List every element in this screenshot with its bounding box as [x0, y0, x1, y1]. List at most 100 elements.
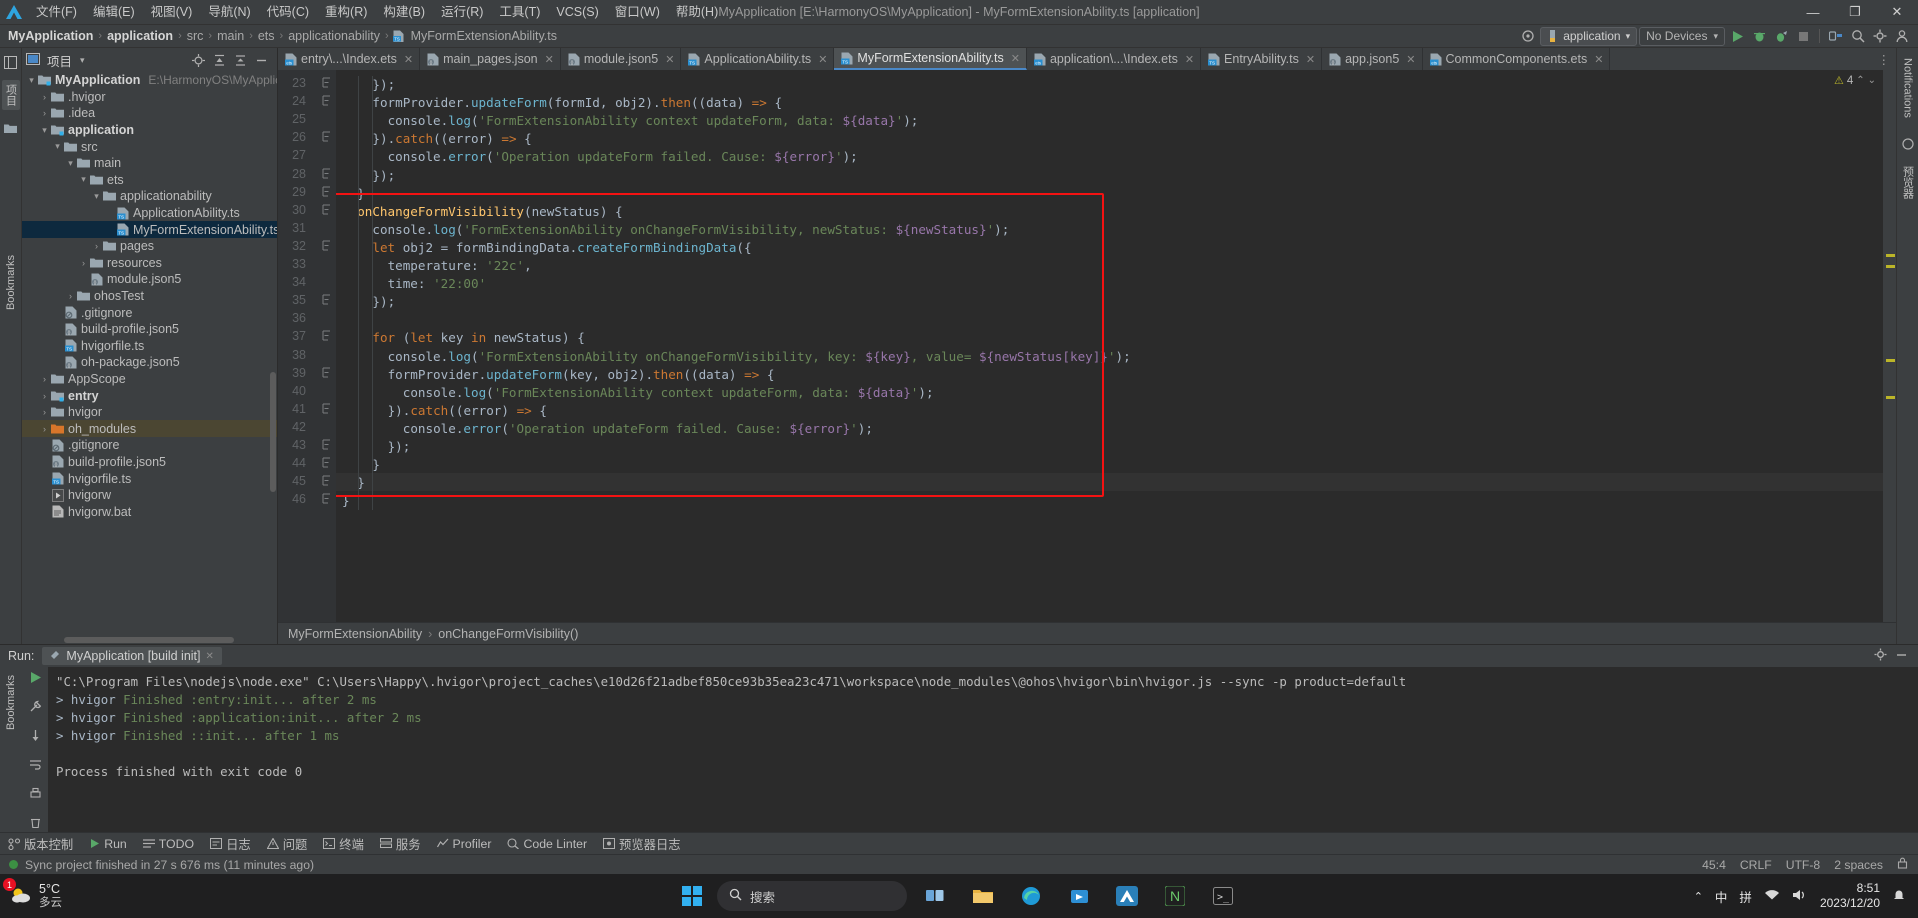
breadcrumb-method[interactable]: onChangeFormVisibility(): [438, 627, 578, 641]
tree-node--gitignore[interactable]: .gitignore: [22, 304, 277, 321]
editor-tab-module-json5[interactable]: {} module.json5 ✕: [561, 48, 682, 70]
fold-marker-icon[interactable]: [322, 294, 331, 308]
menu-edit[interactable]: 编辑(E): [85, 0, 143, 25]
editor-markers-gutter[interactable]: [1883, 70, 1896, 622]
wrench-icon[interactable]: [29, 700, 42, 716]
tree-node-hvigorw-bat[interactable]: hvigorw.bat: [22, 503, 277, 520]
terminal-icon[interactable]: >_: [1203, 878, 1243, 914]
chevron-up-icon[interactable]: ⌃: [1694, 890, 1703, 903]
close-tab-icon[interactable]: ✕: [1185, 53, 1194, 66]
code-line[interactable]: console.log('FormExtensionAbility contex…: [342, 384, 934, 402]
code-line[interactable]: console.error('Operation updateForm fail…: [342, 420, 873, 438]
tree-node-resources[interactable]: › resources: [22, 255, 277, 272]
collapse-all-icon[interactable]: [231, 51, 249, 69]
scroll-to-end-icon[interactable]: [29, 729, 42, 745]
tree-node-src[interactable]: ▾ src: [22, 138, 277, 155]
gear-icon[interactable]: [1874, 648, 1887, 664]
close-tab-icon[interactable]: ✕: [404, 53, 413, 66]
tree-node-hvigor[interactable]: › hvigor: [22, 404, 277, 421]
tool-window-run[interactable]: Run: [89, 837, 127, 851]
tree-node-oh-package-json5[interactable]: {} oh-package.json5: [22, 354, 277, 371]
lock-icon[interactable]: [1897, 857, 1908, 872]
fold-marker-icon[interactable]: [322, 95, 331, 109]
chevron-down-icon[interactable]: ▾: [52, 141, 63, 152]
maximize-button[interactable]: ❐: [1834, 0, 1876, 25]
chevron-down-icon[interactable]: ▾: [91, 191, 102, 202]
fold-marker-icon[interactable]: [322, 403, 331, 417]
app-n-icon[interactable]: N: [1155, 878, 1195, 914]
file-explorer-icon[interactable]: [963, 878, 1003, 914]
fold-marker-icon[interactable]: [322, 77, 331, 91]
breadcrumb-class[interactable]: MyFormExtensionAbility: [288, 627, 422, 641]
editor-tabs-more-button[interactable]: ⋮: [1872, 48, 1897, 70]
breadcrumb-item-3[interactable]: main: [213, 29, 248, 43]
tree-node-ets[interactable]: ▾ ets: [22, 172, 277, 189]
close-tab-icon[interactable]: ✕: [665, 53, 674, 66]
gradle-icon[interactable]: [1900, 136, 1916, 152]
project-tree[interactable]: ▾ MyApplication E:\HarmonyOS\MyApplication…: [22, 72, 277, 644]
menu-help[interactable]: 帮助(H): [668, 0, 726, 25]
breadcrumb-item-2[interactable]: src: [183, 29, 208, 43]
tree-node-applicationability[interactable]: ▾ applicationability: [22, 188, 277, 205]
code-line[interactable]: formProvider.updateForm(key, obj2).then(…: [342, 366, 775, 384]
warning-marker[interactable]: [1886, 396, 1895, 399]
windows-start-icon[interactable]: [675, 879, 709, 913]
code-line[interactable]: console.log('FormExtensionAbility onChan…: [342, 221, 1009, 239]
code-line[interactable]: formProvider.updateForm(formId, obj2).th…: [342, 94, 782, 112]
tree-node-build-profile-json5[interactable]: {} build-profile.json5: [22, 321, 277, 338]
menu-tools[interactable]: 工具(T): [491, 0, 548, 25]
tool-window--[interactable]: 版本控制: [8, 835, 73, 853]
fold-marker-icon[interactable]: [322, 439, 331, 453]
editor-tab-main-pages-json[interactable]: {} main_pages.json ✕: [420, 48, 561, 70]
tool-window-code-linter[interactable]: Code Linter: [507, 837, 587, 851]
sidebar-tab-previewer[interactable]: 预览器: [1899, 162, 1917, 203]
tree-node--gitignore[interactable]: .gitignore: [22, 437, 277, 454]
rerun-button[interactable]: [29, 671, 42, 687]
device-selector[interactable]: No Devices ▾: [1639, 26, 1725, 46]
print-icon[interactable]: [29, 787, 42, 803]
close-button[interactable]: ✕: [1876, 0, 1918, 25]
editor-tab-entry-index-ets[interactable]: ets entry\...\Index.ets ✕: [278, 48, 421, 70]
settings-gear-icon[interactable]: [1870, 26, 1890, 46]
run-button[interactable]: [1727, 26, 1747, 46]
editor-tab-application-index-ets[interactable]: ets application\...\Index.ets ✕: [1027, 48, 1202, 70]
fold-marker-icon[interactable]: [322, 240, 331, 254]
close-tab-icon[interactable]: ✕: [1406, 53, 1415, 66]
tree-node-applicationability-ts[interactable]: TS ApplicationAbility.ts: [22, 205, 277, 222]
device-manager-icon[interactable]: [1826, 26, 1846, 46]
taskbar-weather-widget[interactable]: 5°C 多云 1: [0, 878, 170, 910]
sidebar-tab-notifications[interactable]: Notifications: [1901, 54, 1915, 122]
run-session-tab[interactable]: MyApplication [build init] ✕: [42, 647, 222, 665]
run-configuration-selector[interactable]: application ▾: [1540, 26, 1638, 46]
tree-node-oh-modules[interactable]: › oh_modules: [22, 420, 277, 438]
folder-icon[interactable]: [3, 120, 19, 136]
taskbar-clock[interactable]: 8:51 2023/12/20: [1820, 881, 1880, 911]
code-line[interactable]: }: [342, 492, 350, 510]
breadcrumb-item-6[interactable]: MyFormExtensionAbility.ts: [407, 29, 561, 43]
volume-icon[interactable]: [1792, 888, 1808, 905]
fold-marker-icon[interactable]: [322, 493, 331, 507]
code-line[interactable]: });: [342, 167, 395, 185]
delete-icon[interactable]: [29, 816, 42, 832]
chevron-down-icon[interactable]: ⌄: [1868, 75, 1876, 86]
menu-run[interactable]: 运行(R): [433, 0, 491, 25]
close-tab-icon[interactable]: ✕: [1011, 52, 1020, 65]
tree-node-hvigorfile-ts[interactable]: TS hvigorfile.ts: [22, 470, 277, 487]
warning-marker[interactable]: [1886, 359, 1895, 362]
editor-tab-commoncomponents-ets[interactable]: ets CommonComponents.ets ✕: [1423, 48, 1611, 70]
tool-window--[interactable]: 日志: [210, 835, 251, 853]
edge-icon[interactable]: [1011, 878, 1051, 914]
editor-tab-app-json5[interactable]: {} app.json5 ✕: [1322, 48, 1423, 70]
editor-tab-myformextensionability-ts[interactable]: TS MyFormExtensionAbility.ts ✕: [834, 48, 1027, 70]
breadcrumb-item-0[interactable]: MyApplication: [4, 29, 97, 43]
chevron-right-icon[interactable]: ›: [39, 424, 50, 434]
chevron-right-icon[interactable]: ›: [39, 92, 50, 102]
debug-button[interactable]: [1749, 26, 1769, 46]
chevron-down-icon[interactable]: ▾: [65, 158, 76, 169]
chevron-right-icon[interactable]: ›: [65, 291, 76, 301]
menu-window[interactable]: 窗口(W): [607, 0, 668, 25]
code-line[interactable]: });: [342, 438, 411, 456]
menu-code[interactable]: 代码(C): [259, 0, 317, 25]
project-tree-hscrollbar[interactable]: [64, 637, 234, 643]
tree-node-myapplication[interactable]: ▾ MyApplication E:\HarmonyOS\MyApplication: [22, 72, 277, 89]
